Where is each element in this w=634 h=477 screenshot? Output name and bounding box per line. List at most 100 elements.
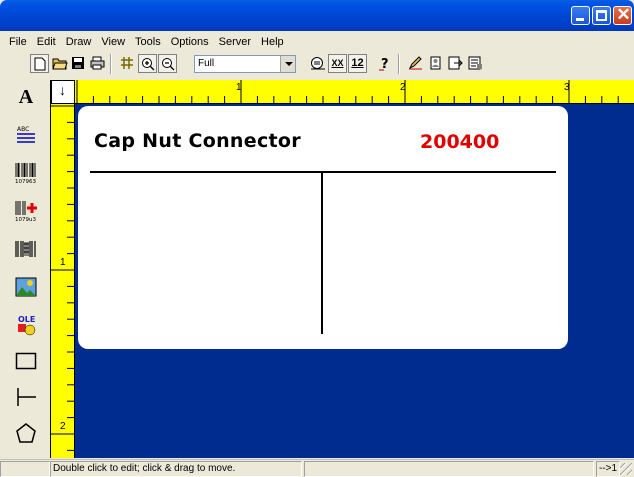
close-icon: ✕ xyxy=(616,5,631,24)
ole-label: OLE xyxy=(18,315,35,324)
menu-draw[interactable]: Draw xyxy=(61,34,97,51)
menu-edit[interactable]: Edit xyxy=(32,34,61,51)
menu-help[interactable]: Help xyxy=(256,34,289,51)
zoom-in-icon xyxy=(142,58,155,71)
label-preview[interactable]: Cap Nut Connector 200400 xyxy=(78,106,568,349)
minimize-icon xyxy=(576,18,584,21)
floppy-icon xyxy=(72,57,84,69)
design-canvas[interactable]: ↓ 1 2 3 1 2 Cap Nut Connector 200400 xyxy=(50,80,634,458)
text-view-icon xyxy=(311,57,325,70)
ruler-number-v1: 1 xyxy=(60,257,66,268)
line-tool[interactable] xyxy=(8,382,44,412)
number-12-label: 12 xyxy=(351,57,364,69)
barcode-text-label: ABC xyxy=(17,126,29,133)
text-tool-icon: A xyxy=(18,85,34,108)
status-pane-middle xyxy=(304,461,594,477)
edit-button[interactable] xyxy=(406,54,425,73)
ole-tool[interactable]: OLE xyxy=(8,310,44,340)
horizontal-ruler: 1 2 3 xyxy=(75,80,634,104)
image-tool[interactable] xyxy=(8,272,44,302)
rfid-tool[interactable]: 1079u3 xyxy=(8,196,44,226)
menu-view[interactable]: View xyxy=(96,34,130,51)
status-pane-right: -->1 xyxy=(596,461,620,477)
help-pointer-icon: ? xyxy=(379,57,389,71)
zoom-select-value: Full xyxy=(198,58,215,69)
vertical-ruler-ticks xyxy=(51,105,75,451)
rfid-icon: 1079u3 xyxy=(15,201,37,223)
save-button[interactable] xyxy=(69,54,88,73)
export-button[interactable] xyxy=(446,54,465,73)
ole-object-icon: OLE xyxy=(18,315,35,336)
ruler-corner[interactable]: ↓ xyxy=(51,80,75,104)
user-icon xyxy=(430,56,441,70)
polygon-tool[interactable] xyxy=(8,418,44,448)
product-name-text[interactable]: Cap Nut Connector xyxy=(94,130,301,152)
status-hint: Double click to edit; click & drag to mo… xyxy=(50,461,302,477)
part-number-text[interactable]: 200400 xyxy=(420,131,499,153)
pencil-icon xyxy=(408,56,422,70)
open-button[interactable] xyxy=(50,54,69,73)
vertical-line[interactable] xyxy=(321,172,323,334)
rfid-number: 1079u3 xyxy=(15,217,36,223)
chevron-down-icon[interactable] xyxy=(280,56,295,72)
toolbar-separator xyxy=(398,54,400,74)
menu-bar: File Edit Draw View Tools Options Server… xyxy=(4,34,289,51)
ruler-number-1: 1 xyxy=(236,82,242,93)
picture-icon xyxy=(15,277,37,297)
horizontal-line[interactable] xyxy=(90,171,556,173)
ruler-number-3: 3 xyxy=(564,82,570,93)
number-12-button[interactable]: 12 xyxy=(348,54,367,73)
zoom-out-button[interactable] xyxy=(158,54,177,73)
grid-icon xyxy=(121,57,133,69)
title-bar: ✕ xyxy=(0,0,634,31)
zoom-select[interactable]: Full xyxy=(194,55,296,73)
new-button[interactable] xyxy=(30,54,49,73)
svg-text:?: ? xyxy=(381,57,389,71)
status-bar: Double click to edit; click & drag to mo… xyxy=(0,459,634,477)
close-button[interactable]: ✕ xyxy=(613,5,632,25)
properties-icon xyxy=(468,56,482,70)
printer-icon xyxy=(90,56,105,70)
xx-button[interactable]: XX xyxy=(328,54,347,73)
zoom-in-button[interactable] xyxy=(138,54,157,73)
properties-button[interactable] xyxy=(466,54,485,73)
resize-grip-icon[interactable] xyxy=(620,463,632,475)
barcode-tool[interactable]: 107963 xyxy=(8,158,44,188)
rectangle-icon xyxy=(15,352,37,370)
ruler-number-2: 2 xyxy=(400,82,406,93)
down-arrow-icon: ↓ xyxy=(59,82,66,98)
maximize-button[interactable] xyxy=(592,6,611,25)
vertical-ruler: 1 2 xyxy=(51,104,75,458)
xx-label: XX xyxy=(331,58,344,68)
status-pane-blank xyxy=(0,461,50,477)
user-button[interactable] xyxy=(426,54,445,73)
barcode-number: 107963 xyxy=(15,179,36,184)
menu-options[interactable]: Options xyxy=(166,34,214,51)
horizontal-ruler-ticks xyxy=(76,80,619,104)
minimize-button[interactable] xyxy=(571,6,590,25)
export-icon xyxy=(448,56,463,70)
new-file-icon xyxy=(34,57,46,71)
zoom-out-icon xyxy=(162,58,175,71)
menu-file[interactable]: File xyxy=(4,34,32,51)
barcode-icon: 107963 xyxy=(15,163,36,184)
ruler-number-v2: 2 xyxy=(60,421,66,432)
open-folder-icon xyxy=(52,58,68,70)
tool-palette: A ABC 107963 1079u3 OLE xyxy=(4,80,48,458)
print-button[interactable] xyxy=(88,54,107,73)
2d-barcode-icon xyxy=(15,241,36,257)
barcode-text-tool[interactable]: ABC xyxy=(8,120,44,150)
grid-button[interactable] xyxy=(118,54,137,73)
help-button[interactable]: ? xyxy=(376,54,395,73)
rectangle-tool[interactable] xyxy=(8,346,44,376)
text-tool[interactable]: A xyxy=(8,82,44,112)
menu-tools[interactable]: Tools xyxy=(130,34,166,51)
toolbar-separator xyxy=(110,54,112,74)
text-view-button[interactable] xyxy=(308,54,327,73)
2d-barcode-tool[interactable] xyxy=(8,234,44,264)
maximize-icon xyxy=(596,10,607,21)
line-icon xyxy=(17,388,36,406)
polygon-icon xyxy=(16,423,36,443)
menu-server[interactable]: Server xyxy=(214,34,256,51)
barcode-text-icon: ABC xyxy=(17,126,35,143)
